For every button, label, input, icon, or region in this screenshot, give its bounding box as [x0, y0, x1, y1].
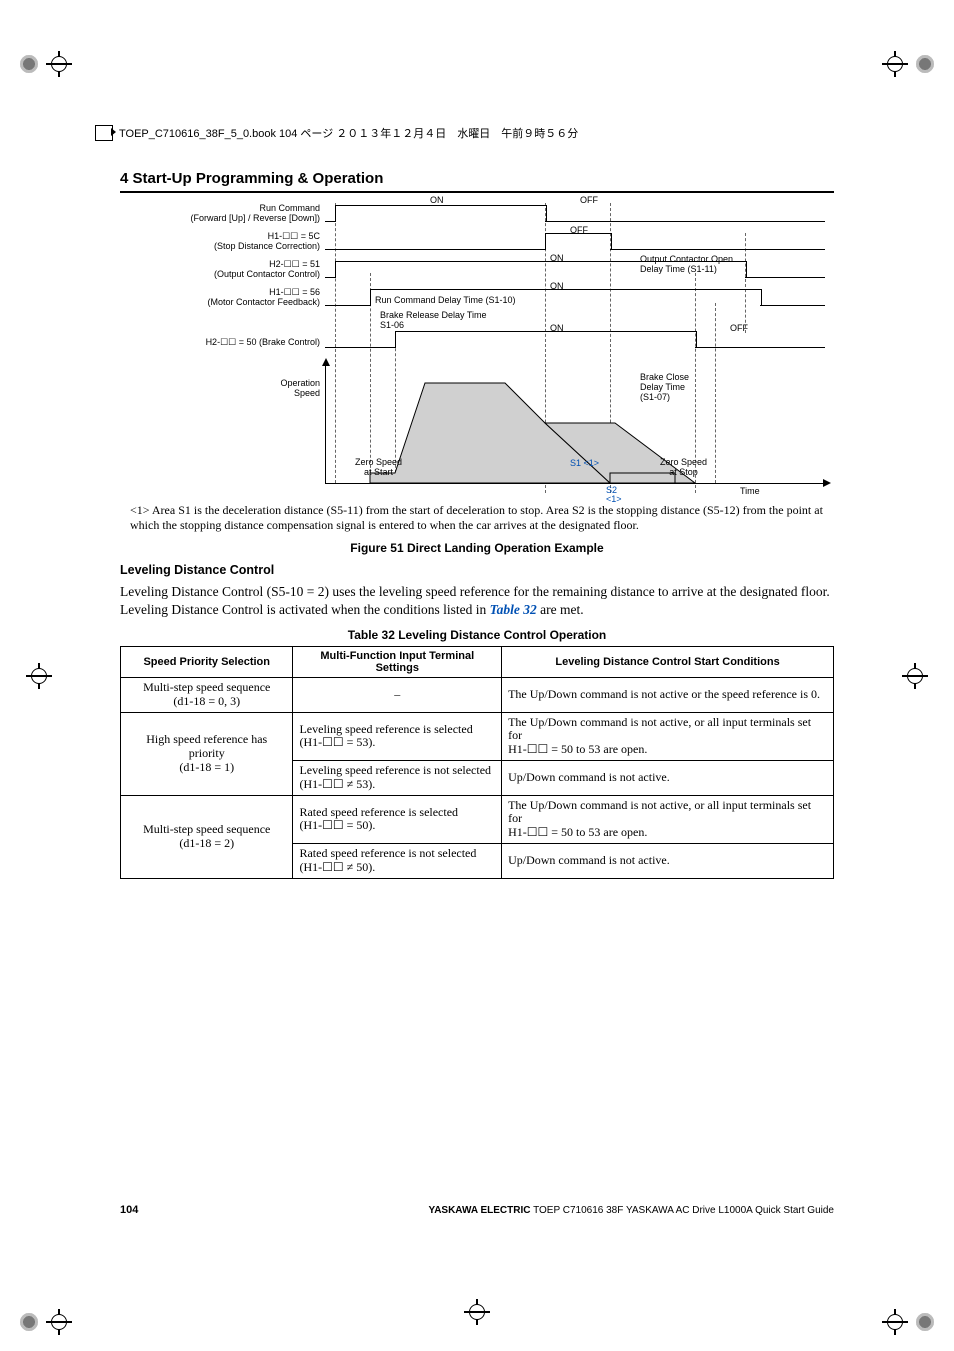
- run-delay-txt: Run Command Delay Time (S1-10): [375, 295, 516, 305]
- table-cell: Multi-step speed sequence(d1-18 = 0, 3): [121, 678, 293, 713]
- table-cell: Rated speed reference is selected(H1-☐☐ …: [293, 795, 502, 843]
- book-icon: [95, 125, 113, 141]
- timing-diagram: Run Command(Forward [Up] / Reverse [Down…: [140, 203, 852, 493]
- table-cell: The Up/Down command is not active, or al…: [502, 795, 834, 843]
- table-cell: Up/Down command is not active.: [502, 761, 834, 796]
- label-op-speed: OperationSpeed: [210, 378, 320, 399]
- label-run-cmd: Run Command(Forward [Up] / Reverse [Down…: [140, 203, 320, 224]
- zero-start: Zero Speedat Start: [355, 458, 402, 478]
- off-2: OFF: [570, 225, 588, 235]
- time-label: Time: [740, 486, 760, 496]
- table-cell: Multi-step speed sequence(d1-18 = 2): [121, 795, 293, 878]
- th-0: Speed Priority Selection: [121, 647, 293, 678]
- on-5: ON: [550, 323, 564, 333]
- table-cell: Up/Down command is not active.: [502, 844, 834, 879]
- x-axis-arrow: [823, 479, 831, 487]
- s2-label: S2<1>: [606, 486, 622, 504]
- table-cell: Rated speed reference is not selected(H1…: [293, 844, 502, 879]
- crop-mark-br: [864, 1261, 934, 1331]
- page-number: 104: [120, 1204, 138, 1216]
- print-header-text: TOEP_C710616_38F_5_0.book 104 ページ ２０１３年１…: [119, 125, 578, 141]
- on-3: ON: [550, 253, 564, 263]
- arrow-line: [715, 261, 743, 262]
- th-2: Leveling Distance Control Start Conditio…: [502, 647, 834, 678]
- crop-mark-bl: [20, 1261, 90, 1331]
- out-contactor-txt: Output Contactor OpenDelay Time (S1-11): [640, 255, 750, 275]
- s1-label: S1 <1>: [570, 458, 599, 468]
- label-h1-56: H1-☐☐ = 56(Motor Contactor Feedback): [140, 287, 320, 308]
- table-cell: Leveling speed reference is selected(H1-…: [293, 712, 502, 760]
- side-reg-left: [30, 667, 48, 685]
- print-header: TOEP_C710616_38F_5_0.book 104 ページ ２０１３年１…: [95, 125, 578, 141]
- label-h2-50: H2-☐☐ = 50 (Brake Control): [140, 337, 320, 347]
- side-reg-right: [906, 667, 924, 685]
- on-1: ON: [430, 195, 444, 205]
- table-cell: Leveling speed reference is not selected…: [293, 761, 502, 796]
- brake-close-txt: Brake CloseDelay Time(S1-07): [640, 373, 689, 403]
- body-text: Leveling Distance Control (S5-10 = 2) us…: [120, 583, 834, 618]
- table-32: Speed Priority Selection Multi-Function …: [120, 646, 834, 879]
- subheading: Leveling Distance Control: [120, 563, 834, 577]
- th-1: Multi-Function Input Terminal Settings: [293, 647, 502, 678]
- section-title: 4 Start-Up Programming & Operation: [120, 170, 834, 193]
- label-h2-51: H2-☐☐ = 51(Output Contactor Control): [140, 259, 320, 280]
- off-5: OFF: [730, 323, 748, 333]
- table-caption: Table 32 Leveling Distance Control Opera…: [120, 628, 834, 642]
- footnote: <1> Area S1 is the deceleration distance…: [130, 503, 834, 533]
- footer: YASKAWA ELECTRIC TOEP C710616 38F YASKAW…: [428, 1205, 834, 1216]
- crop-mark-tr: [864, 20, 934, 90]
- on-4: ON: [550, 281, 564, 291]
- table-cell: The Up/Down command is not active, or al…: [502, 712, 834, 760]
- brake-release-txt: Brake Release Delay TimeS1-06: [380, 311, 487, 331]
- table-cell: The Up/Down command is not active or the…: [502, 678, 834, 713]
- figure-caption: Figure 51 Direct Landing Operation Examp…: [120, 541, 834, 555]
- center-reg-bottom: [468, 1303, 486, 1321]
- label-h1-5c: H1-☐☐ = 5C(Stop Distance Correction): [140, 231, 320, 252]
- table-cell: –: [293, 678, 502, 713]
- zero-stop: Zero Speedat Stop: [660, 458, 707, 478]
- table-ref: Table 32: [490, 602, 537, 617]
- table-cell: High speed reference has priority(d1-18 …: [121, 712, 293, 795]
- off-1: OFF: [580, 195, 598, 205]
- crop-mark-tl: [20, 20, 90, 90]
